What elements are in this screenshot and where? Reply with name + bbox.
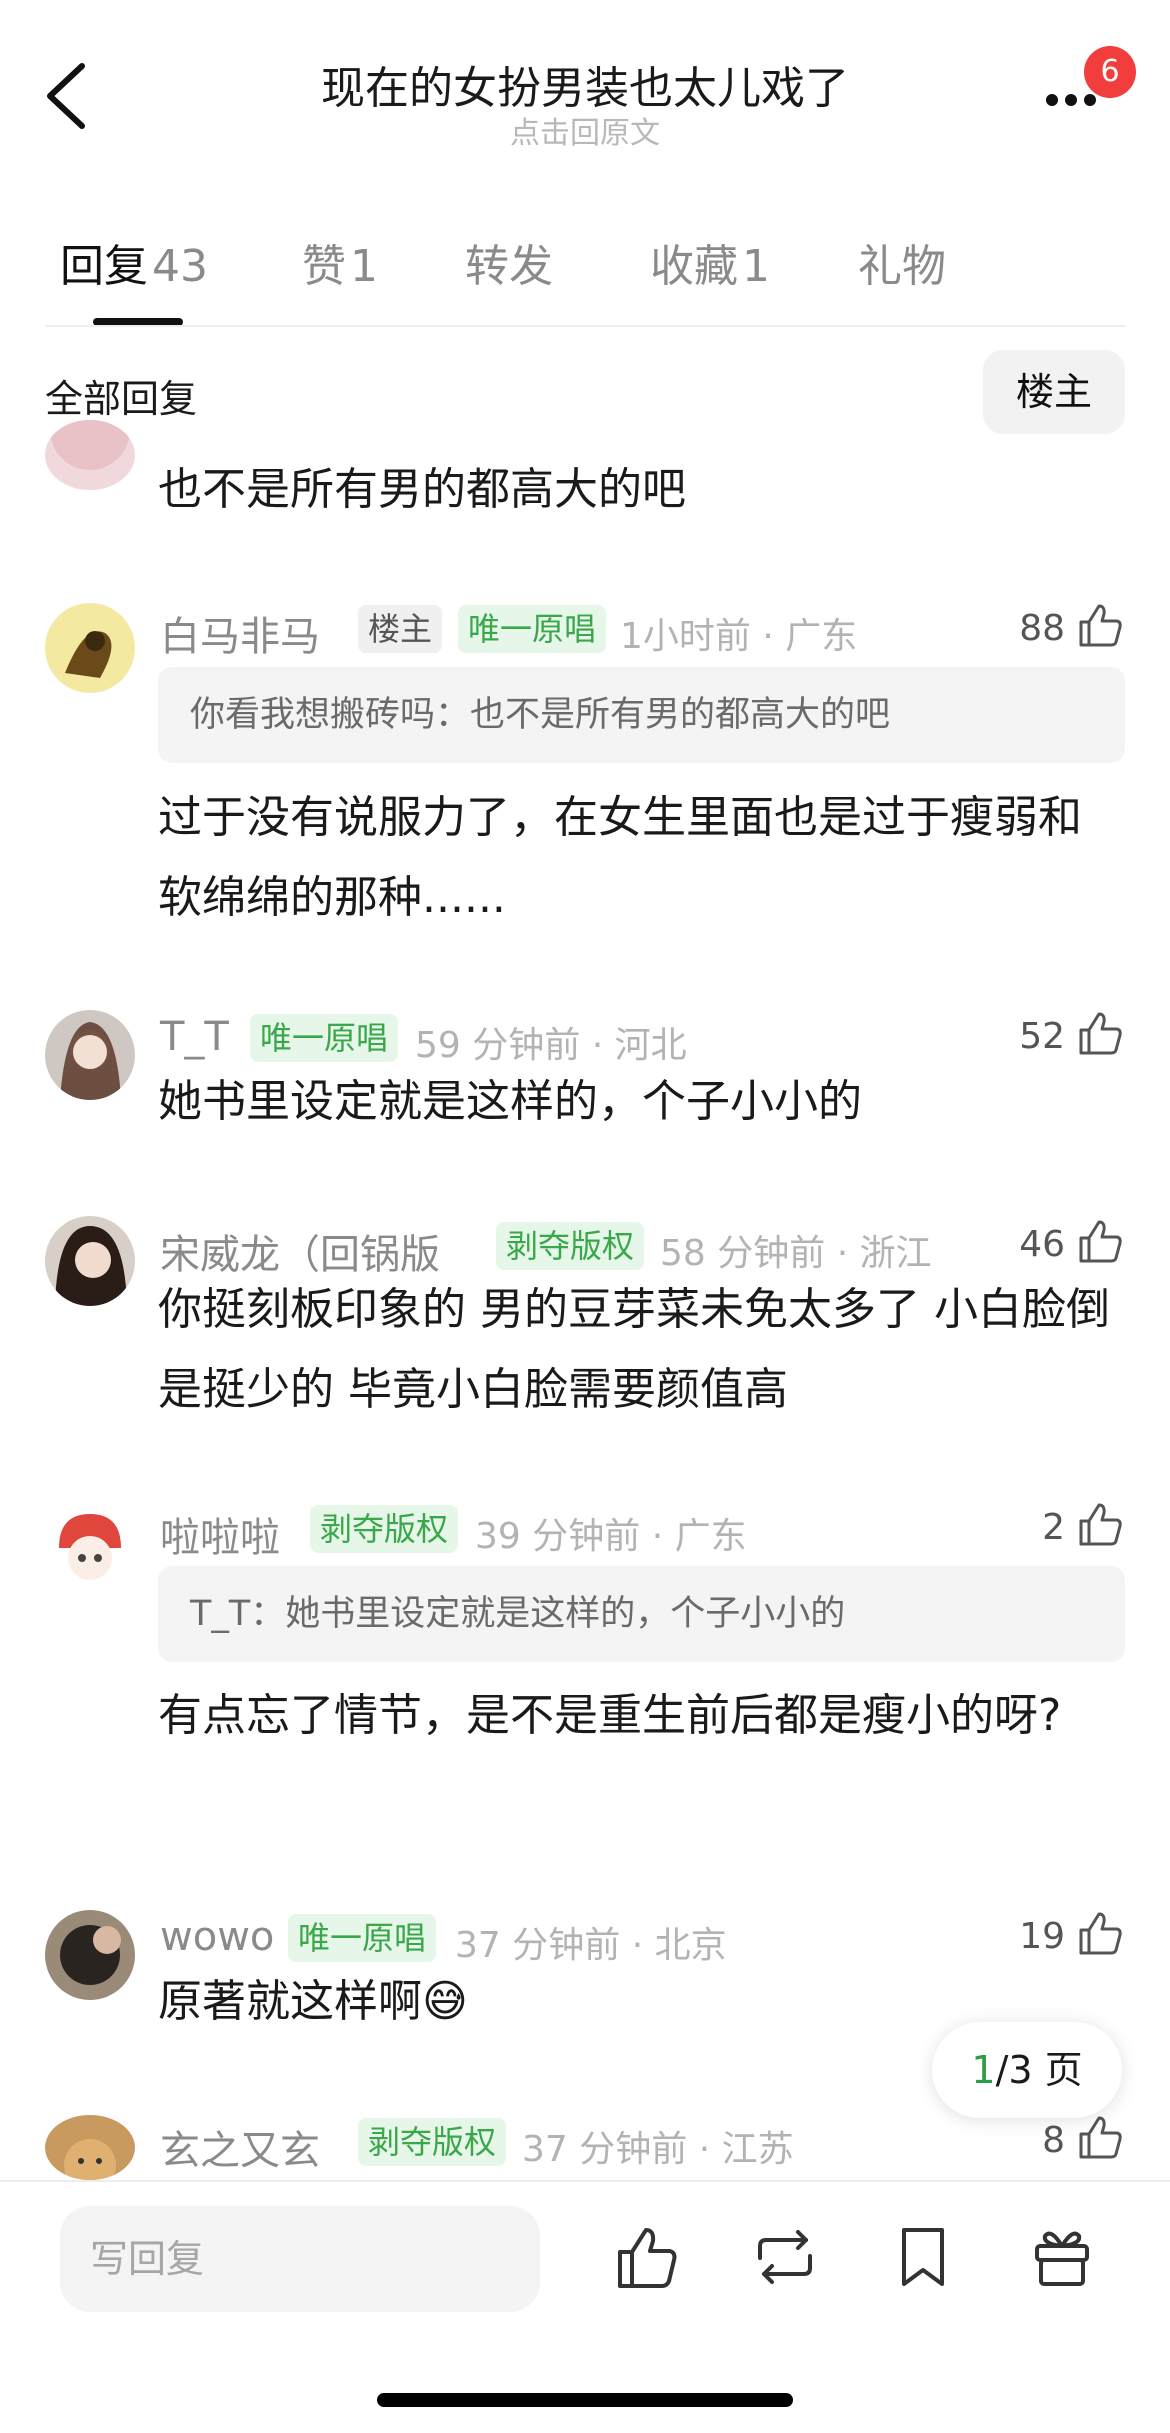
tab-label: 赞 xyxy=(302,241,346,292)
tab-count: 43 xyxy=(152,241,208,292)
avatar[interactable] xyxy=(45,1216,135,1306)
page-indicator[interactable]: 1/3 页 xyxy=(932,2022,1122,2118)
like-count: 88 xyxy=(1019,608,1065,649)
tab-reposts[interactable]: 转发 xyxy=(465,230,553,294)
avatar[interactable] xyxy=(45,1910,135,2000)
tab-count: 1 xyxy=(742,241,770,292)
comment-meta: 37 分钟前 · 江苏 xyxy=(522,2129,794,2170)
avatar[interactable] xyxy=(45,603,135,693)
like-count: 8 xyxy=(1042,2120,1065,2161)
avatar[interactable] xyxy=(45,2115,135,2180)
thumbs-up-icon[interactable] xyxy=(1075,1499,1125,1549)
comment-meta: 58 分钟前 · 浙江 xyxy=(660,1233,932,1274)
quoted-reply[interactable]: T_T：她书里设定就是这样的，个子小小的 xyxy=(158,1566,1125,1662)
avatar[interactable] xyxy=(45,1010,135,1100)
like-count: 52 xyxy=(1019,1016,1065,1057)
all-replies-label: 全部回复 xyxy=(45,377,198,421)
repost-icon xyxy=(758,2230,812,2284)
post-title[interactable]: 现在的女扮男装也太儿戏了 xyxy=(0,52,1170,116)
tab-label: 转发 xyxy=(465,241,553,292)
home-indicator xyxy=(377,2393,793,2407)
tab-replies[interactable]: 回复43 xyxy=(60,230,208,294)
tab-label: 回复 xyxy=(60,241,148,292)
more-dots-icon xyxy=(1046,94,1103,106)
comment-meta: 39 分钟前 · 广东 xyxy=(475,1516,747,1557)
user-badge-tag: 剥夺版权 xyxy=(496,1222,645,1270)
notification-badge: 6 xyxy=(1084,46,1136,98)
tab-likes[interactable]: 赞1 xyxy=(302,230,378,294)
thumbs-up-icon[interactable] xyxy=(1075,600,1125,650)
tab-label: 收藏 xyxy=(650,241,738,292)
quoted-reply[interactable]: 你看我想搬砖吗：也不是所有男的都高大的吧 xyxy=(158,667,1125,763)
bookmark-icon xyxy=(902,2228,944,2286)
total-pages: /3 页 xyxy=(995,2048,1083,2092)
like-count: 19 xyxy=(1019,1916,1065,1957)
like-post-button[interactable] xyxy=(612,2222,682,2292)
comment-meta: 59 分钟前 · 河北 xyxy=(415,1025,687,1066)
thumbs-up-icon[interactable] xyxy=(1075,1908,1125,1958)
username[interactable]: T_T xyxy=(160,1014,229,1060)
avatar[interactable] xyxy=(45,1500,135,1590)
gift-button[interactable] xyxy=(1027,2222,1097,2292)
back-to-original-link[interactable]: 点击回原文 xyxy=(0,108,1170,152)
op-only-filter-button[interactable]: 楼主 xyxy=(983,350,1125,434)
comment-text: 也不是所有男的都高大的吧 xyxy=(158,464,686,515)
thumbs-up-icon[interactable] xyxy=(1075,2112,1125,2162)
tab-label: 礼物 xyxy=(858,241,946,292)
header: 现在的女扮男装也太儿戏了 点击回原文 6 xyxy=(0,0,1170,170)
bookmark-button[interactable] xyxy=(888,2222,958,2292)
repost-button[interactable] xyxy=(750,2222,820,2292)
user-badge-tag: 唯一原唱 xyxy=(250,1014,399,1062)
avatar[interactable] xyxy=(45,420,135,490)
user-badge-tag: 唯一原唱 xyxy=(458,605,607,653)
user-badge-tag: 剥夺版权 xyxy=(358,2118,507,2166)
tab-bar: 回复43 赞1 转发 收藏1 礼物 xyxy=(0,220,1170,330)
username[interactable]: wowo xyxy=(160,1914,274,1960)
username[interactable]: 玄之又玄 xyxy=(160,2118,320,2176)
user-badge-tag: 剥夺版权 xyxy=(310,1505,459,1553)
tab-favorites[interactable]: 收藏1 xyxy=(650,230,770,294)
thumbs-up-icon[interactable] xyxy=(1075,1008,1125,1058)
comment-meta: 1小时前 · 广东 xyxy=(620,616,858,657)
comment-text: 有点忘了情节，是不是重生前后都是瘦小的呀? xyxy=(158,1690,1062,1741)
thumbs-up-icon xyxy=(618,2228,677,2288)
divider xyxy=(45,325,1125,327)
thumbs-up-icon[interactable] xyxy=(1075,1216,1125,1266)
current-page: 1 xyxy=(971,2048,996,2092)
username[interactable]: 啦啦啦 xyxy=(160,1505,280,1563)
tab-gifts[interactable]: 礼物 xyxy=(858,230,946,294)
tab-count: 1 xyxy=(350,241,378,292)
op-tag: 楼主 xyxy=(358,605,443,653)
comment-meta: 37 分钟前 · 北京 xyxy=(455,1925,727,1966)
gift-icon xyxy=(1035,2231,1089,2286)
user-badge-tag: 唯一原唱 xyxy=(288,1914,437,1962)
like-count: 46 xyxy=(1019,1224,1065,1265)
reply-input[interactable]: 写回复 xyxy=(60,2206,540,2312)
comment-text: 过于没有说服力了，在女生里面也是过于瘦弱和软绵绵的那种...... xyxy=(158,792,1082,923)
comment-text: 她书里设定就是这样的，个子小小的 xyxy=(158,1076,862,1127)
like-count: 2 xyxy=(1042,1507,1065,1548)
username[interactable]: 白马非马 xyxy=(160,604,320,662)
comment-text: 你挺刻板印象的 男的豆芽菜未免太多了 小白脸倒是挺少的 毕竟小白脸需要颜值高 xyxy=(158,1284,1110,1415)
